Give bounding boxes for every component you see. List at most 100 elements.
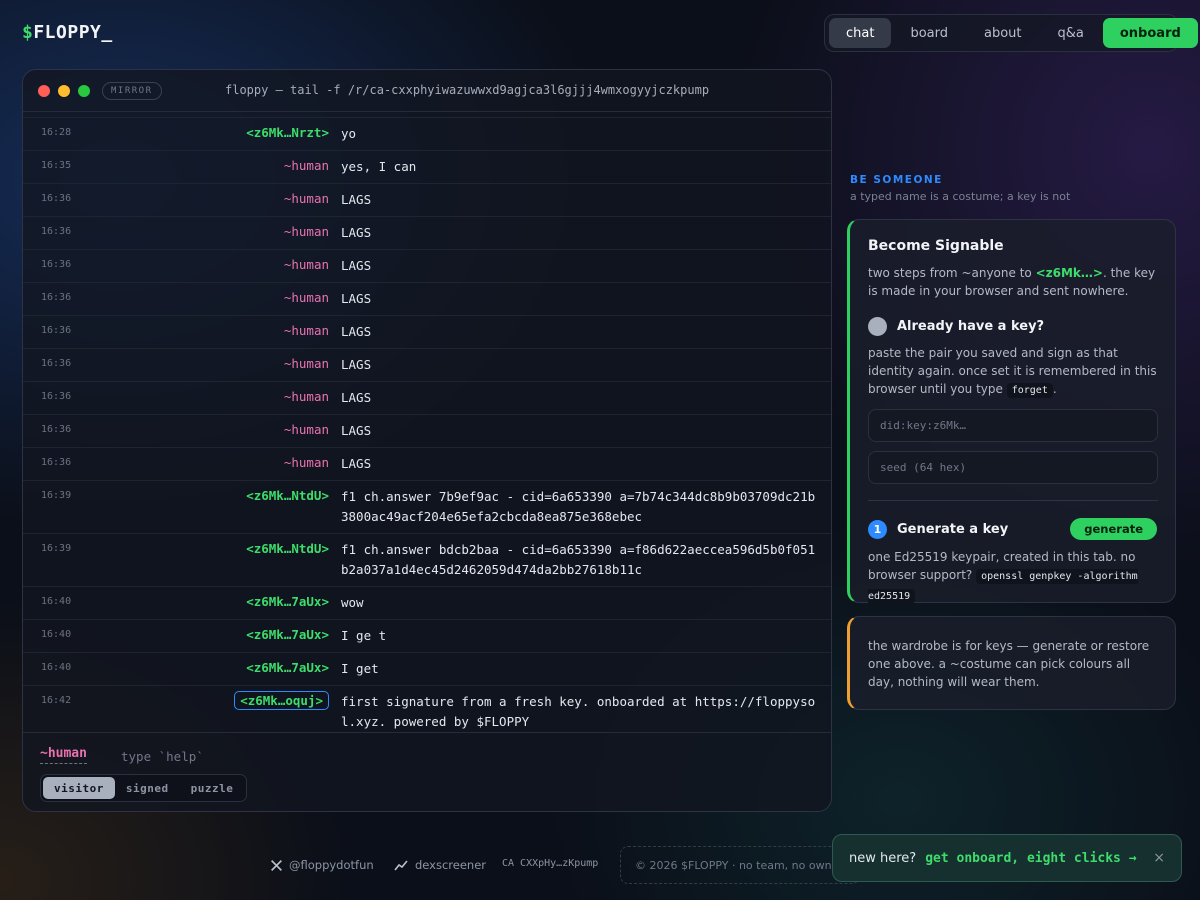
chat-author[interactable]: <z6Mk…7aUx> [93,659,329,679]
chat-message: LAGS [341,291,372,306]
generate-step-text: one Ed25519 keypair, created in this tab… [868,548,1157,606]
chat-row: 16:36 ~human LAGS [23,382,831,415]
chat-message: LAGS [341,258,372,273]
toast-close-icon[interactable]: × [1153,850,1165,866]
generate-button[interactable]: generate [1070,518,1157,540]
nav-onboard-button[interactable]: onboard [1102,18,1198,48]
chat-timestamp: 16:36 [41,391,72,402]
terminal-input-area: ~human visitor signed puzzle [23,732,831,811]
chat-message: first signature from a fresh key. onboar… [341,694,816,729]
mode-puzzle[interactable]: puzzle [180,777,245,799]
terminal-titlebar: MIRROR floppy — tail -f /r/ca-cxxphyiwaz… [23,70,831,112]
chat-author[interactable]: ~human [93,388,329,408]
chat-message: LAGS [341,225,372,240]
chart-line-icon [394,860,408,871]
restore-step-title: Already have a key? [897,319,1045,334]
nav-item-about[interactable]: about [967,18,1039,48]
mirror-badge: MIRROR [102,81,162,100]
chat-author[interactable]: <z6Mk…7aUx> [93,593,329,613]
chat-author[interactable]: <z6Mk…NtdU> [93,540,329,580]
chat-author[interactable]: ~human [93,454,329,474]
chat-author-label: <z6Mk…oquj> [234,691,329,710]
chat-author[interactable]: ~human [93,223,329,243]
nav-item-chat[interactable]: chat [829,18,892,48]
chat-message: LAGS [341,357,372,372]
chat-author[interactable]: ~human [93,289,329,309]
toast-onboard-link[interactable]: get onboard, eight clicks → [925,851,1136,866]
chat-timestamp: 16:42 [41,695,72,706]
chat-row: 16:36 ~human LAGS [23,283,831,316]
nav-item-qa[interactable]: q&a [1041,18,1101,48]
restore-step-header: Already have a key? [868,317,1157,336]
chat-timestamp: 16:36 [41,424,72,435]
chat-row: 16:40 <z6Mk…7aUx> wow [23,587,831,620]
chat-row: 16:36 ~human LAGS [23,250,831,283]
card-divider [868,500,1158,501]
chat-timestamp: 16:36 [41,292,72,303]
chat-terminal: MIRROR floppy — tail -f /r/ca-cxxphyiwaz… [22,69,832,812]
chat-author[interactable]: <z6Mk…Nrzt> [93,124,329,144]
chat-row: 16:36 ~human LAGS [23,415,831,448]
footer-copyright: © 2026 $FLOPPY · no team, no owner [620,846,860,884]
section-subheading: a typed name is a costume; a key is not [850,190,1071,203]
chat-timestamp: 16:40 [41,662,72,673]
chat-message: f1 ch.answer bdcb2baa - cid=6a653390 a=f… [341,542,816,577]
chat-author[interactable]: ~human [93,355,329,375]
chat-row: 16:35 ~human yes, I can [23,151,831,184]
chat-timestamp: 16:39 [41,490,72,501]
footer-x-label: @floppydotfun [289,858,374,872]
window-minimize-dot [58,84,70,97]
nav-item-board[interactable]: board [893,18,965,48]
chat-row: 16:39 <z6Mk…NtdU> f1 ch.answer bdcb2baa - … [23,534,831,587]
top-nav: chat board about q&a onboard [824,14,1198,52]
logo-cursor: _ [101,22,113,43]
restore-text-end: . [1052,382,1057,396]
chat-author[interactable]: <z6Mk…NtdU> [93,487,329,527]
footer-dex-label: dexscreener [415,858,487,872]
terminal-title: floppy — tail -f /r/ca-cxxphyiwazuwwxd9a… [225,83,710,97]
chat-author[interactable]: ~human [93,256,329,276]
footer-contract-address[interactable]: CA CXXpHy…zKpump [502,858,598,869]
restore-step-text: paste the pair you saved and sign as tha… [868,344,1157,400]
seed-input[interactable] [868,451,1158,484]
chat-author[interactable]: ~human [93,322,329,342]
card-intro: two steps from ~anyone to <z6Mk…>. the k… [868,264,1157,300]
chat-author[interactable]: <z6Mk…7aUx> [93,626,329,646]
chat-row: 16:40 <z6Mk…7aUx> I ge t [23,620,831,653]
chat-message: yes, I can [341,159,417,174]
generate-step-header: 1 Generate a key generate [868,518,1157,540]
wardrobe-note: the wardrobe is for keys — generate or r… [847,616,1176,710]
chat-timestamp: 16:40 [41,629,72,640]
prompt-identity[interactable]: ~human [40,746,87,764]
window-maximize-dot [78,84,90,97]
chat-message: LAGS [341,456,372,471]
footer-x-link[interactable]: @floppydotfun [270,858,374,872]
logo-dollar: $ [22,22,34,43]
intro-key-highlight: <z6Mk…> [1035,266,1103,280]
chat-timestamp: 16:36 [41,358,72,369]
chat-message: LAGS [341,324,372,339]
chat-message: f1 ch.answer 7b9ef9ac - cid=6a653390 a=7… [341,489,816,524]
chat-author[interactable]: ~human [93,157,329,177]
logo-name: FLOPPY [33,22,102,43]
chat-author-fresh[interactable]: <z6Mk…oquj> [93,691,329,732]
mode-visitor[interactable]: visitor [43,777,115,799]
did-key-input[interactable] [868,409,1158,442]
chat-timestamp: 16:28 [41,127,72,138]
chat-author[interactable]: ~human [93,190,329,210]
chat-row: 16:36 ~human LAGS [23,349,831,382]
footer-dexscreener-link[interactable]: dexscreener [394,858,486,872]
toast-text: new here? [849,850,917,866]
chat-timestamp: 16:40 [41,596,72,607]
chat-timestamp: 16:36 [41,259,72,270]
chat-input[interactable] [121,745,801,767]
chat-row: 16:36 ~human LAGS [23,316,831,349]
logo[interactable]: $FLOPPY_ [22,22,113,43]
window-close-dot [38,84,50,97]
chat-message: yo [341,126,357,141]
chat-author[interactable]: ~human [93,421,329,441]
chat-message: LAGS [341,423,372,438]
section-heading: BE SOMEONE [850,174,943,186]
chat-log[interactable]: 16:25~humanhello16:28<z6Mk…Nrzt>yo16:35~… [23,112,831,732]
mode-signed[interactable]: signed [115,777,180,799]
